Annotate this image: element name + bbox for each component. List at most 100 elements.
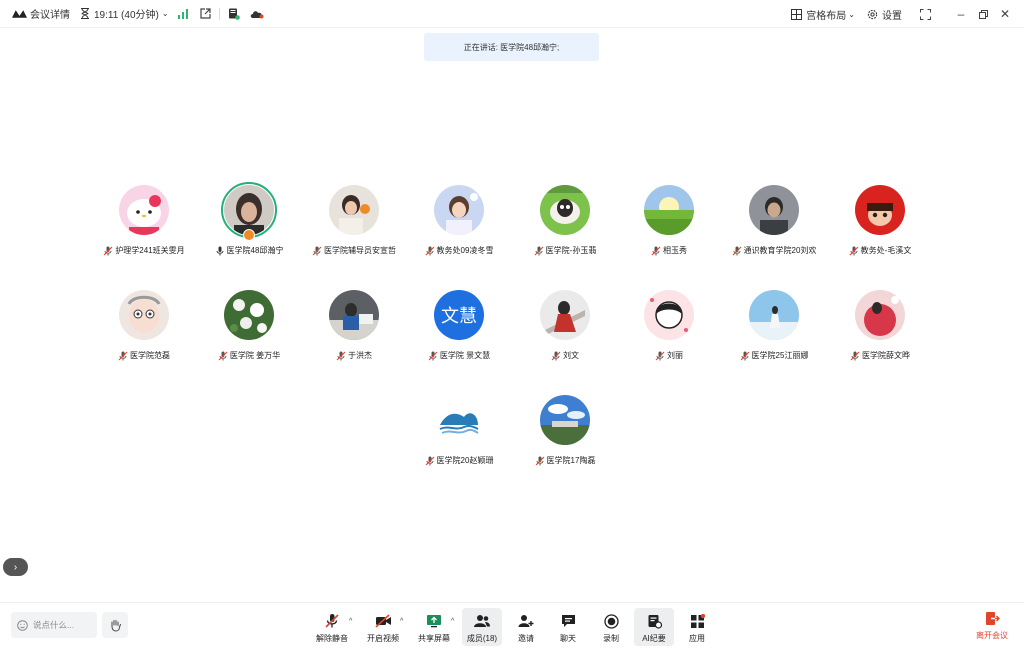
quick-chat-input[interactable]: 说点什么... xyxy=(11,612,97,638)
members-button[interactable]: 成员(18) xyxy=(462,608,502,646)
chat-button[interactable]: 聊天 xyxy=(548,608,588,646)
mic-muted-icon xyxy=(425,456,434,465)
avatar xyxy=(540,185,590,235)
participant-name-row: 医学院20赵颖珊 xyxy=(404,455,514,466)
share-options-chevron-icon[interactable]: ^ xyxy=(451,618,454,625)
video-options-chevron-icon[interactable]: ^ xyxy=(400,618,403,625)
meeting-timer[interactable]: 19:11 (40分钟) ⌄ xyxy=(80,0,169,28)
record-button[interactable]: 录制 xyxy=(591,608,631,646)
participant-name-row: 医学院辅导员安宣哲 xyxy=(299,245,409,256)
participant-tile[interactable]: 医学院17陶磊 xyxy=(510,395,620,485)
settings-label: 设置 xyxy=(882,10,902,22)
ai-summary-button[interactable]: AI纪要 xyxy=(634,608,674,646)
participant-name-row: 教务处-毛溪文 xyxy=(825,245,935,256)
apps-label: 应用 xyxy=(689,634,705,643)
members-icon xyxy=(474,615,490,627)
participant-name-row: 医学院薛文晔 xyxy=(825,350,935,361)
participant-tile[interactable]: 通识教育学院20刘欢 xyxy=(719,185,829,275)
mic-options-chevron-icon[interactable]: ^ xyxy=(349,618,352,625)
signal-icon[interactable] xyxy=(177,0,188,28)
meeting-window: 会议详情 19:11 (40分钟) ⌄ 宫格布局 ⌄ 设置 – ✕ 正在讲话: … xyxy=(0,0,1024,653)
avatar xyxy=(749,290,799,340)
participant-tile[interactable]: 医学院薛文晔 xyxy=(825,290,935,380)
mic-muted-icon xyxy=(850,351,860,360)
external-link-icon[interactable] xyxy=(199,0,211,28)
invite-label: 邀请 xyxy=(518,634,534,643)
participant-name: 医学院-孙玉翡 xyxy=(545,246,597,255)
apps-button[interactable]: 应用 xyxy=(677,608,717,646)
participant-name-row: 于洪杰 xyxy=(299,350,409,361)
participant-name: 医学院17陶磊 xyxy=(546,456,596,465)
meeting-details-button[interactable]: 会议详情 xyxy=(12,0,70,28)
participant-name-row: 医学院17陶磊 xyxy=(510,455,620,466)
close-icon[interactable]: ✕ xyxy=(994,0,1016,28)
participant-tile[interactable]: 刘文 xyxy=(510,290,620,380)
participant-name-row: 医学院 景文慧 xyxy=(404,350,514,361)
avatar xyxy=(855,290,905,340)
participant-name-row: 教务处09凌冬雪 xyxy=(404,245,514,256)
participant-name: 医学院 景文慧 xyxy=(439,351,491,360)
avatar xyxy=(855,185,905,235)
fullscreen-icon[interactable] xyxy=(914,0,936,28)
participant-name: 医学院48邱瀚宁 xyxy=(226,246,284,255)
cloud-icon[interactable] xyxy=(250,0,264,28)
participant-tile[interactable]: 相玉秀 xyxy=(614,185,724,275)
participant-tile[interactable]: 护理学241班关雯月 xyxy=(89,185,199,275)
start-video-button[interactable]: 开启视频 xyxy=(363,608,403,646)
avatar xyxy=(119,290,169,340)
participant-tile[interactable]: 医学院范磊 xyxy=(89,290,199,380)
participant-tile[interactable]: 于洪杰 xyxy=(299,290,409,380)
participant-tile[interactable]: 教务处09凌冬雪 xyxy=(404,185,514,275)
participant-name: 通识教育学院20刘欢 xyxy=(743,246,817,255)
mic-muted-icon xyxy=(312,246,322,255)
participant-name-row: 医学院范磊 xyxy=(89,350,199,361)
ai-summary-label: AI纪要 xyxy=(642,634,666,643)
mic-muted-icon xyxy=(336,351,346,360)
notes-icon[interactable] xyxy=(228,0,240,28)
layout-button[interactable]: 宫格布局 ⌄ xyxy=(791,0,855,28)
mic-muted-icon xyxy=(655,351,665,360)
restore-icon[interactable] xyxy=(972,0,994,28)
unmute-button[interactable]: 解除静音 xyxy=(312,608,352,646)
leave-meeting-button[interactable]: 离开会议 xyxy=(974,611,1010,645)
participant-name: 医学院 姜万华 xyxy=(229,351,281,360)
participant-tile[interactable]: 医学院辅导员安宣哲 xyxy=(299,185,409,275)
record-icon xyxy=(603,613,619,629)
mic-muted-icon xyxy=(535,456,544,465)
minimize-icon[interactable]: – xyxy=(950,0,972,28)
participant-tile[interactable]: 教务处-毛溪文 xyxy=(825,185,935,275)
participant-tile[interactable]: 医学院25江丽娜 xyxy=(719,290,829,380)
expand-sidebar-button[interactable]: › xyxy=(3,558,28,576)
mic-muted-icon xyxy=(103,246,113,255)
participant-tile[interactable]: 刘丽 xyxy=(614,290,724,380)
gear-icon xyxy=(867,9,878,19)
mic-muted-icon xyxy=(425,246,434,255)
chevron-down-icon: ⌄ xyxy=(161,9,169,18)
participant-tile[interactable]: 医学院48邱瀚宁 xyxy=(194,182,304,275)
participant-tile[interactable]: 医学院 姜万华 xyxy=(194,290,304,380)
participant-name: 相玉秀 xyxy=(663,246,687,255)
unmute-label: 解除静音 xyxy=(316,634,348,643)
mic-muted-icon xyxy=(325,614,339,628)
mic-muted-icon xyxy=(118,351,128,360)
participant-name-row: 刘文 xyxy=(510,350,620,361)
mic-icon xyxy=(216,246,224,255)
grid-icon xyxy=(791,8,803,20)
mic-muted-icon xyxy=(428,351,438,360)
avatar xyxy=(224,290,274,340)
avatar xyxy=(329,185,379,235)
settings-button[interactable]: 设置 xyxy=(867,0,902,28)
participant-name: 医学院25江丽娜 xyxy=(751,351,809,360)
avatar xyxy=(434,395,484,445)
invite-button[interactable]: 邀请 xyxy=(506,608,546,646)
participant-name: 刘丽 xyxy=(667,351,683,360)
avatar xyxy=(434,185,484,235)
participant-tile[interactable]: 医学院20赵颖珊 xyxy=(404,395,514,485)
apps-grid-icon xyxy=(690,613,705,628)
share-screen-button[interactable]: 共享屏幕 xyxy=(414,608,454,646)
participant-tile[interactable]: 医学院-孙玉翡 xyxy=(510,185,620,275)
video-label: 开启视频 xyxy=(367,634,399,643)
mic-muted-icon xyxy=(651,246,661,255)
raise-hand-button[interactable] xyxy=(102,612,128,638)
participant-tile[interactable]: 文慧 医学院 景文慧 xyxy=(404,290,514,380)
